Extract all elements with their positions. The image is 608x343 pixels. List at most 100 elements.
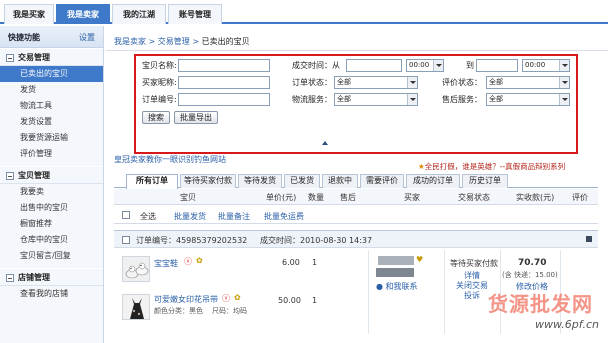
time-to-clock-select[interactable]: 00:00 xyxy=(522,59,570,72)
sidebar-section-trade[interactable]: 交易管理 xyxy=(0,48,103,66)
tab-buyer[interactable]: 我是买家 xyxy=(4,4,54,24)
item-price: 50.00 xyxy=(278,296,301,305)
product-thumbnail[interactable] xyxy=(122,294,150,320)
tab-jianghu[interactable]: 我的江湖 xyxy=(112,4,166,24)
sidebar: 快捷功能 设置 交易管理 已卖出的宝贝 发货 物流工具 发货设置 我要货源运输 … xyxy=(0,26,104,343)
chevron-down-icon xyxy=(559,60,569,71)
tab-awaiting-shipment[interactable]: 等待发货 xyxy=(238,174,282,188)
aftersale-select[interactable]: 全部 xyxy=(486,93,570,106)
sidebar-item-messages[interactable]: 宝贝留言/回复 xyxy=(0,248,103,264)
col-buyer: 买家 xyxy=(404,193,420,202)
collapse-icon xyxy=(6,172,14,180)
sidebar-item-sell[interactable]: 我要卖 xyxy=(0,184,103,200)
product-name-link[interactable]: 宝宝鞋 xyxy=(154,258,178,269)
chat-icon: ● xyxy=(376,282,383,291)
time-to-date-input[interactable] xyxy=(476,59,518,72)
col-qty: 数量 xyxy=(308,193,324,202)
bulk-remark-button[interactable]: 批量备注 xyxy=(218,211,250,222)
divider xyxy=(106,50,608,51)
order-amount: 70.70 xyxy=(518,258,547,268)
order-status-label: 订单状态： xyxy=(292,78,332,87)
flower-icon: ✿ xyxy=(196,256,203,265)
buyer-name-blurred xyxy=(376,268,414,277)
col-aftersale: 售后 xyxy=(340,193,356,202)
buyer-badge-icon: ♥ xyxy=(416,255,424,264)
sidebar-header: 快捷功能 设置 xyxy=(0,26,103,48)
tab-awaiting-payment[interactable]: 等待买家付款 xyxy=(180,174,236,188)
promo-link-left[interactable]: 皇冠卖家教你一眼识别钓鱼网站 xyxy=(114,154,226,165)
breadcrumb: 我是卖家 > 交易管理 > 已卖出的宝贝 xyxy=(114,37,250,46)
breadcrumb-trade[interactable]: 交易管理 xyxy=(158,37,190,46)
order-deal-time: 成交时间：2010-08-30 14:37 xyxy=(260,236,373,245)
tab-refunding[interactable]: 退款中 xyxy=(322,174,358,188)
top-navigation: 我是买家 我是卖家 我的江湖 账号管理 xyxy=(0,0,608,24)
product-thumbnail[interactable] xyxy=(122,256,150,282)
tab-account[interactable]: 账号管理 xyxy=(168,4,222,24)
sidebar-item-ship-settings[interactable]: 发货设置 xyxy=(0,114,103,130)
flag-icon[interactable] xyxy=(586,236,592,242)
time-from-clock-select[interactable]: 00:00 xyxy=(406,59,444,72)
time-from-date-input[interactable] xyxy=(346,59,402,72)
order-no-label: 订单编号: xyxy=(142,95,177,104)
badge-icon: ⓥ xyxy=(184,257,192,266)
sidebar-item-reviews[interactable]: 评价管理 xyxy=(0,146,103,162)
baby-shoes-image xyxy=(123,257,149,281)
table-header: 宝贝 单价(元) 数量 售后 买家 交易状态 实收款(元) 评价 xyxy=(114,189,598,205)
sidebar-item-logistics[interactable]: 物流工具 xyxy=(0,98,103,114)
export-button[interactable]: 批量导出 xyxy=(174,111,218,124)
star-icon: ★ xyxy=(418,162,425,171)
sidebar-item-on-sale[interactable]: 出售中的宝贝 xyxy=(0,200,103,216)
sidebar-item-ship[interactable]: 发货 xyxy=(0,82,103,98)
product-name-label: 宝贝名称: xyxy=(142,61,177,70)
order-header: 订单编号：45985379202532 成交时间：2010-08-30 14:3… xyxy=(114,230,598,248)
breadcrumb-seller[interactable]: 我是卖家 xyxy=(114,37,146,46)
sidebar-item-sold[interactable]: 已卖出的宝贝 xyxy=(0,66,103,82)
review-status-label: 评价状态： xyxy=(442,78,482,87)
col-amount: 实收款(元) xyxy=(516,193,555,202)
collapse-icon xyxy=(6,274,14,282)
aftersale-label: 售后服务： xyxy=(442,95,482,104)
order-status-select[interactable]: 全部 xyxy=(334,76,418,89)
sidebar-item-showcase[interactable]: 橱窗推荐 xyxy=(0,216,103,232)
order-tabs: 所有订单 等待买家付款 等待发货 已发货 退款中 需要评价 成功的订单 历史订单 xyxy=(114,174,598,189)
order-no-input[interactable] xyxy=(178,93,270,106)
tab-all-orders[interactable]: 所有订单 xyxy=(126,174,178,189)
buyer-avatar-blurred xyxy=(378,256,414,265)
order-status: 等待买家付款 xyxy=(450,259,498,268)
product-name-input[interactable] xyxy=(178,59,270,72)
tab-shipped[interactable]: 已发货 xyxy=(284,174,320,188)
sidebar-item-view-shop[interactable]: 查看我的店铺 xyxy=(0,286,103,302)
chevron-down-icon xyxy=(407,94,417,105)
col-price: 单价(元) xyxy=(266,193,297,202)
watermark-logo: 货源批发网 xyxy=(488,292,593,316)
time-from-label: 成交时间：从 xyxy=(292,61,340,70)
bulk-ship-button[interactable]: 批量发货 xyxy=(174,211,206,222)
chevron-down-icon xyxy=(433,60,443,71)
product-name-link[interactable]: 可爱嫩女印花吊带 xyxy=(154,294,218,305)
sidebar-settings-link[interactable]: 设置 xyxy=(79,32,95,43)
order-number: 订单编号：45985379202532 xyxy=(136,236,248,245)
collapse-arrow-icon[interactable] xyxy=(322,141,328,145)
sidebar-item-warehouse[interactable]: 仓库中的宝贝 xyxy=(0,232,103,248)
order-checkbox[interactable] xyxy=(122,236,130,244)
sidebar-section-shop[interactable]: 店铺管理 xyxy=(0,268,103,286)
buyer-nick-input[interactable] xyxy=(178,76,270,89)
watermark-url: www.6pf.cn xyxy=(535,318,599,331)
camisole-image xyxy=(123,295,149,319)
col-status: 交易状态 xyxy=(458,193,490,202)
col-review: 评价 xyxy=(572,193,588,202)
review-status-select[interactable]: 全部 xyxy=(486,76,570,89)
tab-history[interactable]: 历史订单 xyxy=(462,174,508,188)
tab-need-review[interactable]: 需要评价 xyxy=(360,174,404,188)
promo-link-right[interactable]: ★全民打假，谁是英雄？--真假商品辩别系列 xyxy=(418,161,565,172)
sidebar-section-products[interactable]: 宝贝管理 xyxy=(0,166,103,184)
logistics-select[interactable]: 全部 xyxy=(334,93,418,106)
sidebar-item-freight[interactable]: 我要货源运输 xyxy=(0,130,103,146)
buyer-contact-link[interactable]: ● 和我联系 xyxy=(376,281,418,292)
search-button[interactable]: 搜索 xyxy=(142,111,170,124)
tab-seller[interactable]: 我是卖家 xyxy=(56,4,110,24)
bulk-free-shipping-button[interactable]: 批量免运费 xyxy=(264,211,304,222)
bulk-actions: 全选 批量发货 批量备注 批量免运费 xyxy=(114,207,598,224)
select-all-checkbox[interactable] xyxy=(122,211,130,219)
tab-success[interactable]: 成功的订单 xyxy=(406,174,460,188)
